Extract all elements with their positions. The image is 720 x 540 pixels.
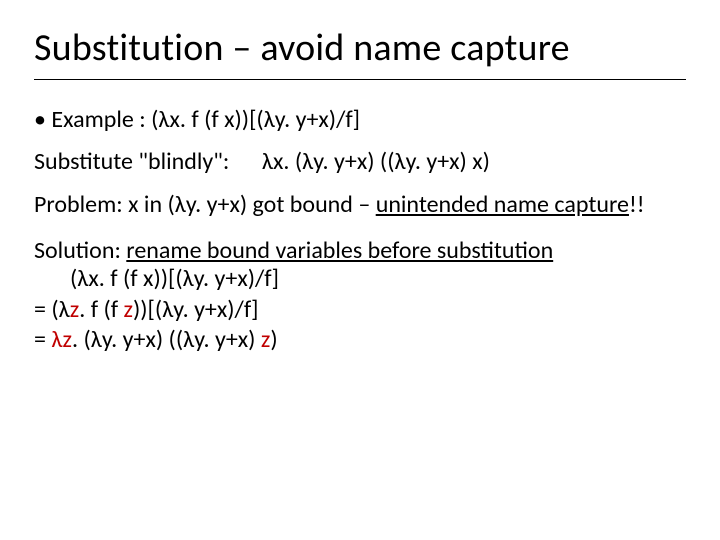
- slide: Substitution – avoid name capture Exampl…: [0, 0, 720, 540]
- d2-mid: . f (f: [79, 295, 123, 324]
- d2-z1: z: [70, 295, 79, 324]
- solution-block: Solution: rename bound variables before …: [34, 237, 686, 294]
- d2-z2: z: [124, 295, 133, 324]
- d3-z: z: [261, 325, 270, 354]
- d2-suffix: ))[(λy. y+x)/f]: [133, 295, 259, 324]
- substitute-expression: λx. (λy. y+x) ((λy. y+x) x): [262, 147, 490, 176]
- solution-prefix: Solution:: [34, 236, 126, 265]
- slide-body: Example : (λx. f (f x))[(λy. y+x)/f] Sub…: [34, 106, 686, 354]
- slide-title: Substitution – avoid name capture: [34, 28, 686, 69]
- problem-suffix: !!: [629, 190, 645, 219]
- title-underline: [34, 79, 686, 80]
- d3-lz: λz: [51, 325, 72, 354]
- solution-underlined: rename bound variables before substituti…: [126, 236, 553, 265]
- d3-suffix: ): [270, 325, 277, 354]
- derivation-line-2: = (λz. f (f z))[(λy. y+x)/f]: [34, 296, 686, 324]
- d3-mid: . (λy. y+x) ((λy. y+x): [72, 325, 261, 354]
- solution-expr-1: (λx. f (f x))[(λy. y+x)/f]: [34, 265, 686, 293]
- problem-line: Problem: x in (λy. y+x) got bound – unin…: [34, 191, 686, 219]
- substitute-label: Substitute "blindly":: [34, 147, 229, 176]
- problem-prefix: Problem: x in (λy. y+x) got bound –: [34, 190, 376, 219]
- d3-prefix: =: [34, 325, 51, 354]
- example-line: Example : (λx. f (f x))[(λy. y+x)/f]: [34, 106, 686, 134]
- problem-underlined: unintended name capture: [376, 190, 629, 219]
- substitute-line: Substitute "blindly": λx. (λy. y+x) ((λy…: [34, 148, 686, 176]
- d2-prefix: = (λ: [34, 295, 70, 324]
- derivation-line-3: = λz. (λy. y+x) ((λy. y+x) z): [34, 326, 686, 354]
